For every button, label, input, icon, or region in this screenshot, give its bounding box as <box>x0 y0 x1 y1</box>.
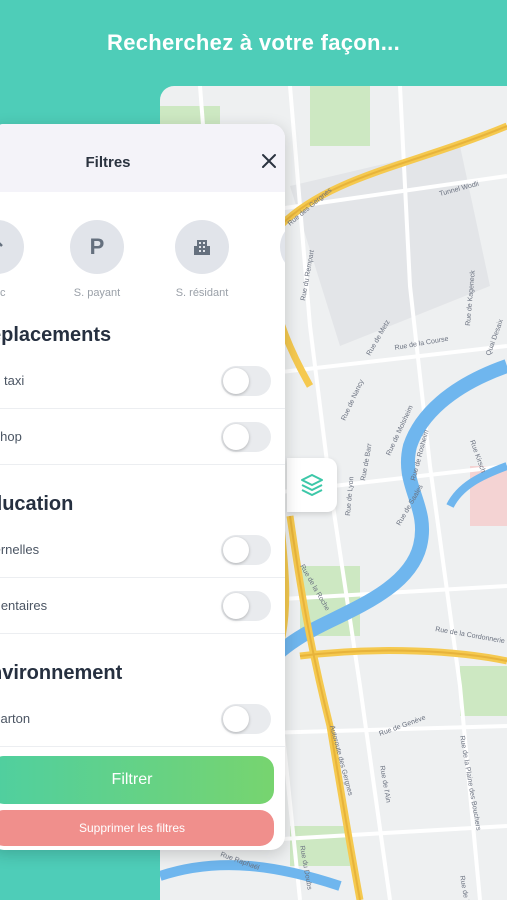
street-label: Rue de la Plaine des Bouchers <box>458 735 482 831</box>
layers-icon <box>301 474 323 496</box>
panel-title: Filtres <box>85 154 131 171</box>
map-layers-button[interactable] <box>287 458 337 512</box>
toggle-knob <box>223 593 249 619</box>
toggle-knob <box>223 537 249 563</box>
filter-toggle[interactable] <box>221 535 271 565</box>
street-label: Rue de l'Ill <box>458 875 471 900</box>
category-label: D <box>262 287 285 299</box>
street-label: Rue de l'Ain <box>378 765 391 803</box>
toggle-knob <box>223 368 249 394</box>
street-label: Rue de la Cordonnerie <box>435 626 506 645</box>
category-row: afic P S. payant S. résidant <box>0 220 285 300</box>
street-label: Quai Desaix <box>485 318 505 357</box>
filter-row-label: taxi <box>4 373 25 388</box>
filter-row-label: elhop <box>0 429 22 444</box>
filter-row[interactable]: mentaires <box>0 578 285 634</box>
category-more[interactable]: D <box>262 220 285 299</box>
section-title-education: ducation <box>0 493 74 515</box>
street-label: Rue de Barr <box>360 442 374 481</box>
toggle-knob <box>223 424 249 450</box>
filter-row[interactable]: ternelles <box>0 522 285 578</box>
category-label: S. payant <box>73 287 121 299</box>
toggle-knob <box>223 706 249 732</box>
parking-p-icon: P <box>70 220 124 274</box>
filter-toggle[interactable] <box>221 704 271 734</box>
filter-row-label: ternelles <box>0 542 40 557</box>
promo-title: Recherchez à votre façon... <box>107 30 400 55</box>
filter-row[interactable]: taxi <box>0 353 285 409</box>
section-title-deplacements: éplacements <box>0 324 112 346</box>
category-resident-parking[interactable]: S. résidant <box>157 220 247 299</box>
filter-panel: Filtres afic P S. payant <box>0 124 285 850</box>
filter-row[interactable]: elhop <box>0 409 285 465</box>
street-label: Rue de Nancy <box>340 378 365 422</box>
category-label: S. résidant <box>175 287 229 299</box>
filter-toggle[interactable] <box>221 591 271 621</box>
filter-toggle[interactable] <box>221 422 271 452</box>
building-icon <box>175 220 229 274</box>
street-label: Rue de Lyon <box>345 476 355 516</box>
traffic-icon <box>0 220 24 274</box>
panel-header: Filtres <box>0 124 285 192</box>
more-icon <box>280 220 285 274</box>
clear-filters-button[interactable]: Supprimer les filtres <box>0 810 274 846</box>
street-label: Rue de la Course <box>394 336 449 352</box>
filter-row[interactable]: carton <box>0 691 285 747</box>
street-label: Rue de Genève <box>378 714 427 737</box>
apply-filters-button[interactable]: Filtrer <box>0 756 274 804</box>
filter-row-label: mentaires <box>0 598 48 613</box>
category-label: afic <box>0 287 6 299</box>
section-title-environnement: nvironnement <box>0 662 123 684</box>
category-paid-parking[interactable]: P S. payant <box>52 220 142 299</box>
filter-toggle[interactable] <box>221 366 271 396</box>
category-traffic[interactable]: afic <box>0 220 42 299</box>
filter-row-label: carton <box>0 711 31 726</box>
close-icon[interactable] <box>260 152 278 170</box>
